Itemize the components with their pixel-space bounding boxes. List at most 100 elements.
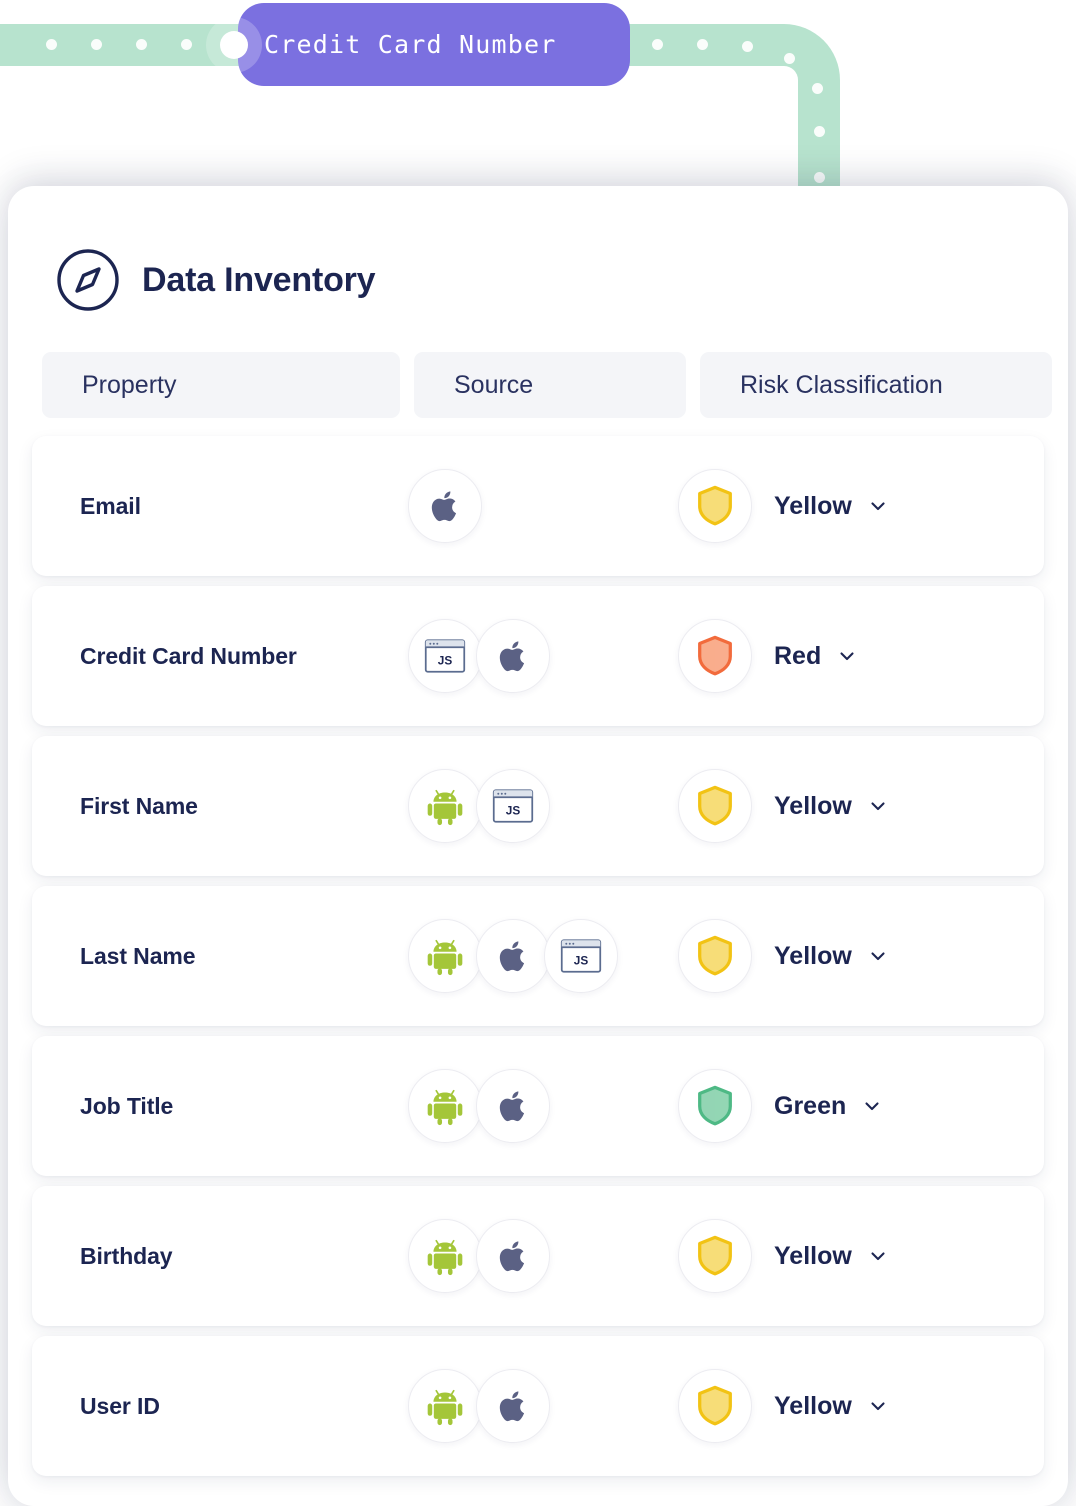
svg-text:JS: JS [574,953,589,967]
cell-property: Job Title [80,1092,174,1119]
flow-dot [136,39,147,50]
flow-track-vertical [798,100,840,200]
chevron-down-icon[interactable] [868,496,888,516]
cell-risk-classification[interactable]: Yellow [662,769,1044,843]
cell-risk-classification[interactable]: Yellow [662,1219,1044,1293]
source-chip-android[interactable] [408,919,482,993]
cell-property: Birthday [80,1242,173,1269]
flow-dot [91,39,102,50]
apple-icon [493,1086,533,1126]
svg-text:JS: JS [438,653,453,667]
table-row[interactable]: First Name JS Yellow [32,736,1044,876]
js-browser-icon: JS [424,638,466,674]
risk-label: Yellow [774,791,852,820]
chevron-down-icon[interactable] [862,1096,882,1116]
cell-source [390,1369,662,1443]
flow-dot [697,39,708,50]
column-header-source: Source [414,352,686,418]
shield-icon [678,469,752,543]
android-icon [424,1385,466,1427]
risk-label: Green [774,1091,847,1120]
cell-source [390,1219,662,1293]
cell-source: JS [390,619,662,693]
table-row[interactable]: User ID Yellow [32,1336,1044,1476]
table-body: Email Yellow Credit Card Number JS Red First … [8,436,1068,1476]
shield-icon [678,1369,752,1443]
android-icon [424,785,466,827]
cell-risk-classification[interactable]: Green [662,1069,1044,1143]
js-browser-icon: JS [560,938,602,974]
risk-label: Yellow [774,1391,852,1420]
source-chip-apple[interactable] [476,619,550,693]
table-row[interactable]: Credit Card Number JS Red [32,586,1044,726]
android-icon [424,1235,466,1277]
cell-risk-classification[interactable]: Yellow [662,919,1044,993]
chevron-down-icon[interactable] [868,946,888,966]
chevron-down-icon[interactable] [837,646,857,666]
compass-icon [56,248,120,312]
source-chip-apple[interactable] [408,469,482,543]
cell-property: User ID [80,1392,160,1419]
flow-dot [784,53,795,64]
cell-property: Email [80,492,141,519]
android-icon [424,1085,466,1127]
cell-risk-classification[interactable]: Yellow [662,1369,1044,1443]
chevron-down-icon[interactable] [868,1246,888,1266]
chevron-down-icon[interactable] [868,1396,888,1416]
flow-node-dot-icon [206,16,262,73]
flow-dot [812,83,823,94]
source-chip-js[interactable]: JS [544,919,618,993]
shield-icon [678,1219,752,1293]
column-header-risk-classification: Risk Classification [700,352,1052,418]
flow-badge-credit-card-number[interactable]: Credit Card Number [206,3,630,86]
source-chip-android[interactable] [408,1219,482,1293]
column-header-property: Property [42,352,400,418]
js-browser-icon: JS [492,788,534,824]
source-chip-js[interactable]: JS [476,769,550,843]
svg-text:JS: JS [506,803,521,817]
cell-risk-classification[interactable]: Yellow [662,469,1044,543]
cell-property: Last Name [80,942,196,969]
apple-icon [425,486,465,526]
table-row[interactable]: Last Name JS Yellow [32,886,1044,1026]
source-chip-android[interactable] [408,769,482,843]
shield-icon [678,919,752,993]
flow-badge-label: Credit Card Number [264,30,557,59]
data-inventory-card: Data Inventory Property Source Risk Clas… [8,186,1068,1506]
cell-source: JS [390,769,662,843]
chevron-down-icon[interactable] [868,796,888,816]
apple-icon [493,936,533,976]
apple-icon [493,1386,533,1426]
shield-icon [678,619,752,693]
flow-dot [814,126,825,137]
source-chip-apple[interactable] [476,1369,550,1443]
source-chip-android[interactable] [408,1069,482,1143]
table-row[interactable]: Email Yellow [32,436,1044,576]
cell-source: JS [390,919,662,993]
apple-icon [493,1236,533,1276]
card-header: Data Inventory [8,186,1068,312]
risk-label: Red [774,641,822,670]
flow-dot [742,41,753,52]
source-chip-js[interactable]: JS [408,619,482,693]
source-chip-apple[interactable] [476,1069,550,1143]
page-title: Data Inventory [142,260,376,299]
cell-property: Credit Card Number [80,642,297,669]
table-column-headers: Property Source Risk Classification [42,352,1068,418]
flow-dot [46,39,57,50]
android-icon [424,935,466,977]
source-chip-android[interactable] [408,1369,482,1443]
source-chip-apple[interactable] [476,1219,550,1293]
table-row[interactable]: Birthday Yellow [32,1186,1044,1326]
cell-risk-classification[interactable]: Red [662,619,1044,693]
flow-dot [652,39,663,50]
table-row[interactable]: Job Title Green [32,1036,1044,1176]
cell-source [390,469,662,543]
source-chip-apple[interactable] [476,919,550,993]
shield-icon [678,769,752,843]
apple-icon [493,636,533,676]
risk-label: Yellow [774,1241,852,1270]
cell-source [390,1069,662,1143]
risk-label: Yellow [774,941,852,970]
shield-icon [678,1069,752,1143]
